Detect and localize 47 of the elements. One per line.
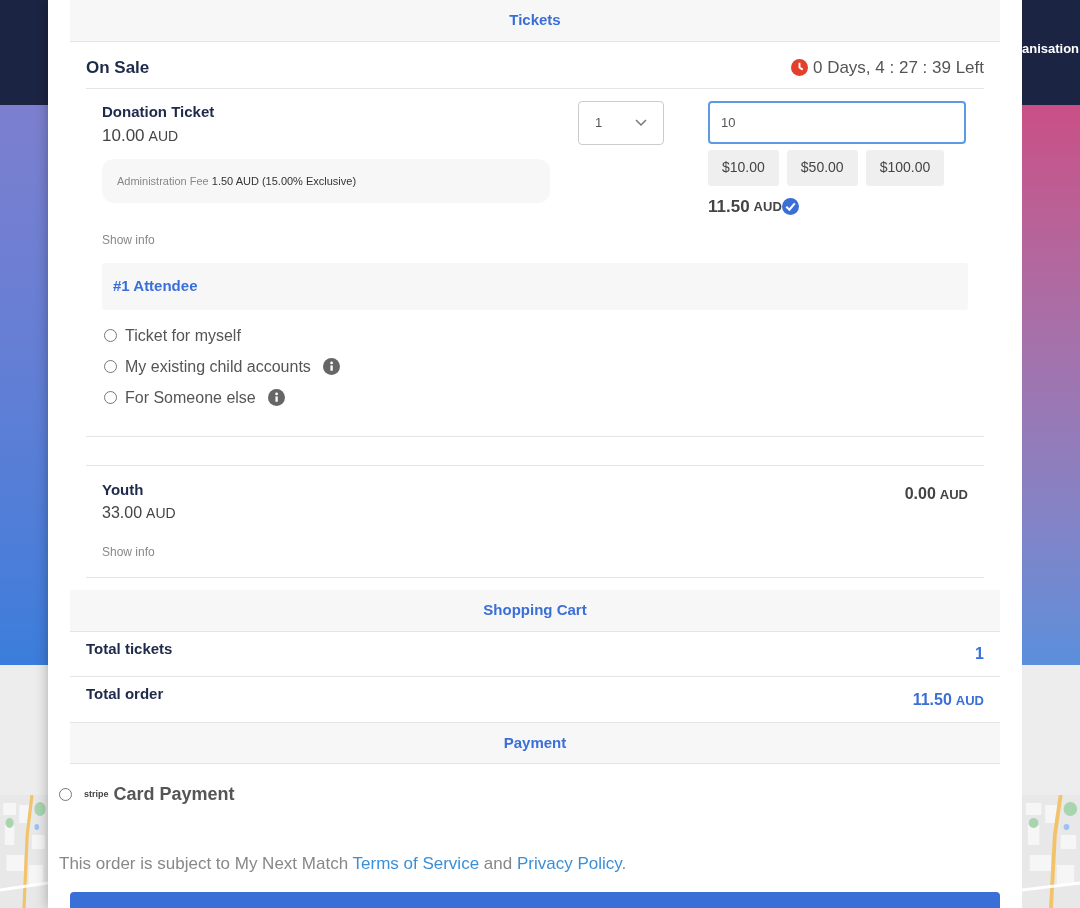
ticket-price: 33.00 xyxy=(102,503,143,524)
radio-button[interactable] xyxy=(104,360,117,374)
cart-label: Total tickets xyxy=(86,638,173,659)
show-info-link[interactable]: Show info xyxy=(102,543,155,562)
radio-label[interactable]: My existing child accounts xyxy=(125,354,311,379)
privacy-link[interactable]: Privacy Policy xyxy=(516,854,622,874)
preset-amount-button[interactable]: $50.00 xyxy=(786,149,858,186)
ticket-price: 10.00 xyxy=(102,125,145,148)
ticket-name: Youth xyxy=(102,479,145,500)
clock-icon xyxy=(790,59,808,77)
show-info-link[interactable]: Show info xyxy=(102,231,155,250)
brand-logo: stripe xyxy=(84,788,109,802)
currency-label: AUD xyxy=(955,691,984,710)
payment-label[interactable]: Card Payment xyxy=(113,781,235,809)
ticket-name: Donation Ticket xyxy=(102,101,216,122)
section-title: On Sale xyxy=(86,56,150,79)
cart-value: 1 xyxy=(975,644,984,665)
cart-label: Total order xyxy=(86,684,164,705)
preset-amount-button[interactable]: $10.00 xyxy=(708,149,779,186)
info-icon[interactable] xyxy=(322,358,340,376)
countdown-text: 0 Days, 4 : 27 : 39 Left xyxy=(812,56,984,79)
info-icon[interactable] xyxy=(267,389,285,407)
attendee-header: #1 Attendee xyxy=(102,263,968,310)
chevron-down-icon xyxy=(635,118,647,127)
terms-text: This order is subject to My Next Match Terms of Service and Privacy Policy. xyxy=(59,853,628,876)
radio-button[interactable] xyxy=(104,329,117,343)
fee-note: Administration Fee 1.50 AUD (15.00% Exclusive) xyxy=(102,158,550,204)
radio-button[interactable] xyxy=(59,788,72,802)
preset-amount-button[interactable]: $100.00 xyxy=(865,149,945,186)
check-icon xyxy=(781,198,799,216)
checkout-button[interactable] xyxy=(70,891,1000,908)
quantity-select[interactable]: 1 xyxy=(578,100,664,145)
section-header: Shopping Cart xyxy=(70,590,1000,632)
cart-value: 11.50 xyxy=(912,689,952,710)
ticket-subtotal: 0.00 xyxy=(904,483,936,504)
radio-label[interactable]: For Someone else xyxy=(125,385,256,410)
currency-label: AUD xyxy=(753,197,782,216)
currency-label: AUD xyxy=(939,485,968,504)
nav-text[interactable]: anisation xyxy=(1022,38,1080,59)
amount-field[interactable]: 10 xyxy=(708,100,966,144)
radio-label[interactable]: Ticket for myself xyxy=(125,323,241,348)
section-header: Payment xyxy=(70,722,1000,765)
radio-button[interactable] xyxy=(104,391,117,405)
ticket-subtotal: 11.50 xyxy=(708,195,750,218)
currency-label: AUD xyxy=(148,127,179,147)
section-header: Tickets xyxy=(70,0,1000,42)
currency-label: AUD xyxy=(146,504,176,524)
